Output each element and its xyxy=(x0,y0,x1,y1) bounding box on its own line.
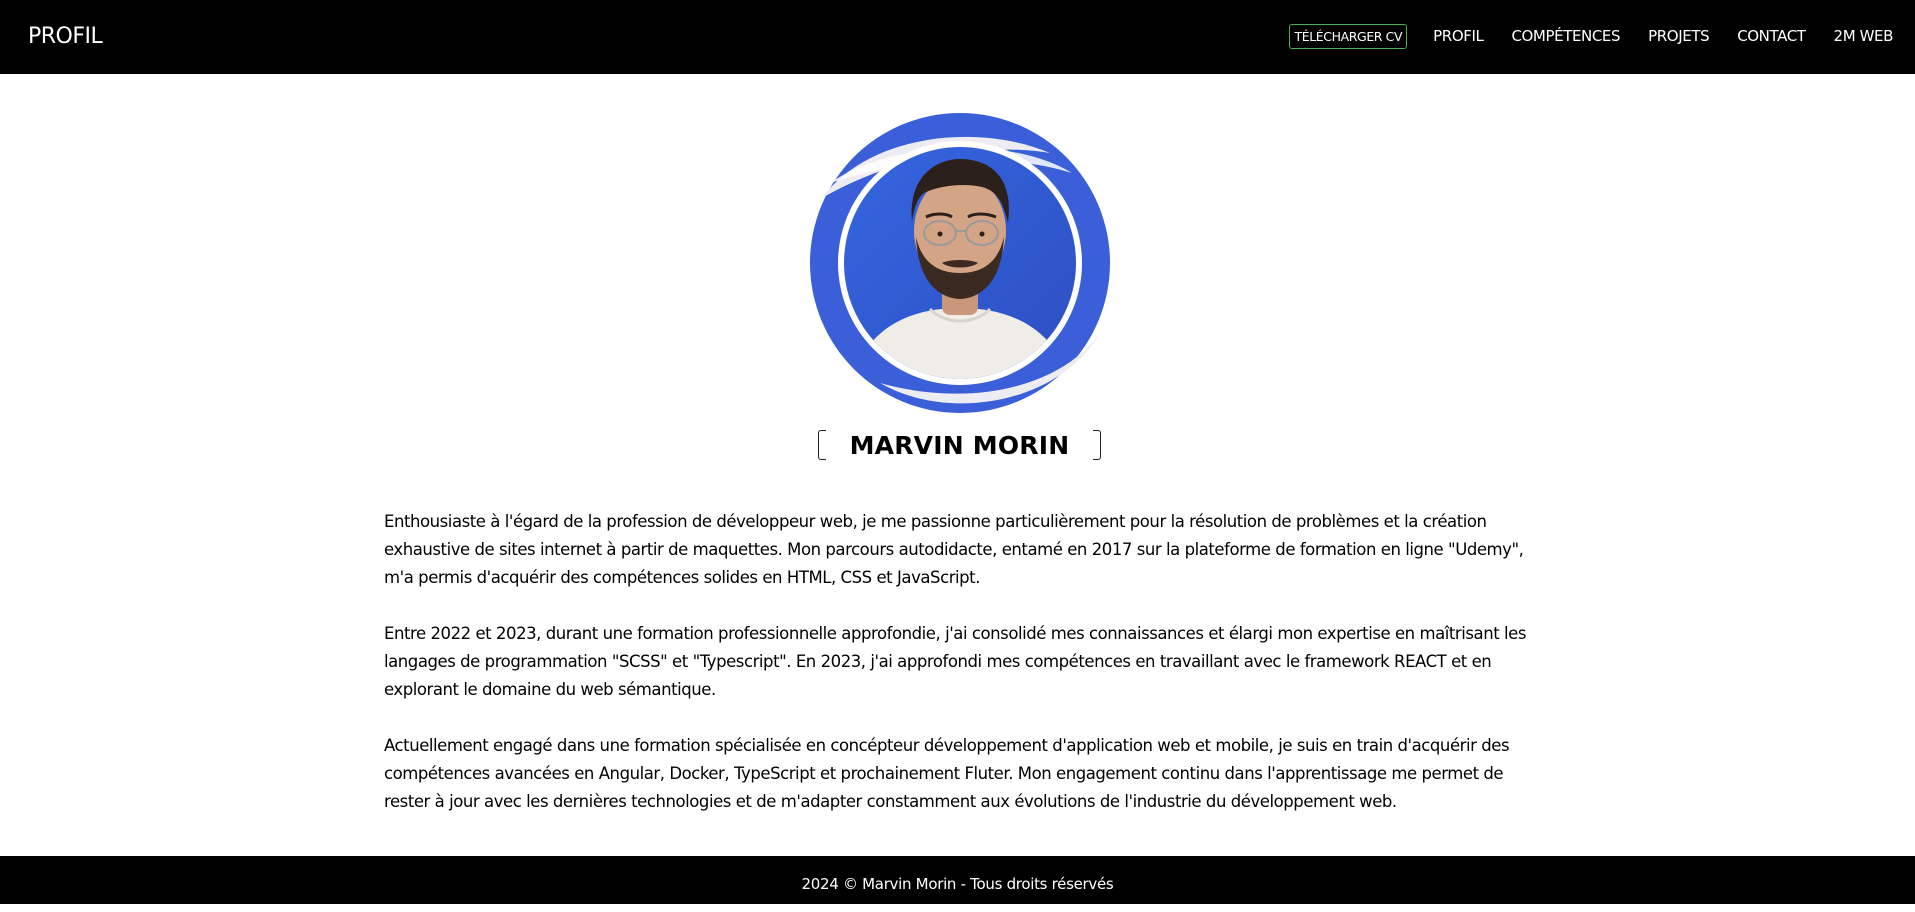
name-heading-box: MARVIN MORIN xyxy=(818,430,1101,462)
avatar xyxy=(810,113,1110,413)
bio-paragraph-1: Enthousiaste à l'égard de la profession … xyxy=(384,512,1524,587)
nav-link-2m-web[interactable]: 2M WEB xyxy=(1834,27,1894,45)
download-cv-button[interactable]: TÉLÉCHARGER CV xyxy=(1289,24,1408,49)
nav-link-contact[interactable]: CONTACT xyxy=(1737,27,1806,45)
top-navbar: PROFIL TÉLÉCHARGER CV PROFIL COMPÉTENCES… xyxy=(0,0,1915,74)
footer-copyright: 2024 © Marvin Morin - Tous droits réserv… xyxy=(801,875,1114,893)
nav-link-projets[interactable]: PROJETS xyxy=(1648,27,1709,45)
footer: 2024 © Marvin Morin - Tous droits réserv… xyxy=(0,856,1915,904)
bio-section: Enthousiaste à l'égard de la profession … xyxy=(384,508,1544,844)
main-nav: TÉLÉCHARGER CV PROFIL COMPÉTENCES PROJET… xyxy=(1289,23,1894,49)
avatar-image xyxy=(810,113,1110,413)
bio-paragraph-3: Actuellement engagé dans une formation s… xyxy=(384,736,1510,811)
brand-title[interactable]: PROFIL xyxy=(28,24,103,49)
nav-link-competences[interactable]: COMPÉTENCES xyxy=(1511,27,1620,45)
profile-name: MARVIN MORIN xyxy=(849,431,1070,460)
name-bracket-right xyxy=(1093,430,1101,460)
nav-link-profil[interactable]: PROFIL xyxy=(1433,27,1484,45)
bio-paragraph-2: Entre 2022 et 2023, durant une formation… xyxy=(384,624,1526,699)
